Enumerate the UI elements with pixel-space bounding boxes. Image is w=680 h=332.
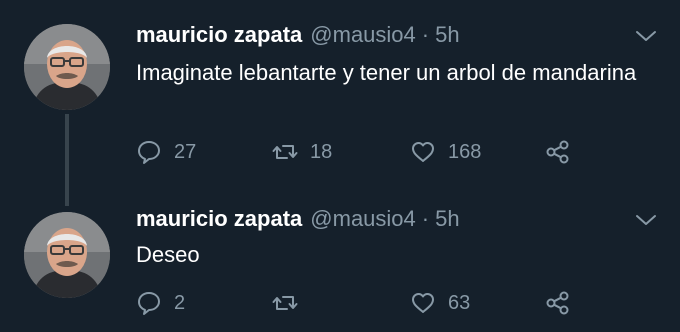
chevron-down-icon[interactable] <box>634 212 658 228</box>
user-handle[interactable]: @mausio4 <box>310 206 416 232</box>
tweet-thread: mauricio zapata @mausio4 · 5h Imaginate … <box>0 0 680 332</box>
separator-dot: · <box>421 22 430 47</box>
tweet-text: Deseo <box>136 242 200 267</box>
like-count: 63 <box>448 291 471 314</box>
timestamp[interactable]: 5h <box>435 22 459 48</box>
tweet[interactable]: mauricio zapata @mausio4 · 5h Deseo 2 63 <box>0 190 680 332</box>
retweet-icon <box>272 296 298 310</box>
avatar-image <box>24 24 110 110</box>
share-button[interactable] <box>545 288 571 318</box>
timestamp[interactable]: 5h <box>435 206 459 232</box>
reply-button[interactable]: 2 <box>136 288 185 318</box>
share-icon <box>546 291 569 315</box>
share-icon <box>546 140 569 164</box>
reply-icon <box>138 292 160 315</box>
share-button[interactable] <box>545 137 571 167</box>
like-count: 168 <box>448 140 482 163</box>
tweet-text: Imaginate lebantarte y tener un arbol de… <box>136 60 637 85</box>
tweet-header: mauricio zapata @mausio4 · 5h <box>136 22 460 52</box>
like-button[interactable]: 168 <box>410 137 481 167</box>
retweet-icon <box>272 145 298 159</box>
tweet-header: mauricio zapata @mausio4 · 5h <box>136 206 460 236</box>
chevron-down-icon[interactable] <box>634 28 658 44</box>
retweet-button[interactable]: 18 <box>272 137 332 167</box>
avatar-image <box>24 212 110 298</box>
retweet-button[interactable] <box>272 288 310 318</box>
user-handle[interactable]: @mausio4 <box>310 22 416 48</box>
reply-button[interactable]: 27 <box>136 137 196 167</box>
display-name[interactable]: mauricio zapata <box>136 206 302 232</box>
reply-count: 27 <box>174 140 197 163</box>
like-button[interactable]: 63 <box>410 288 470 318</box>
reply-icon <box>138 141 160 164</box>
retweet-count: 18 <box>310 140 333 163</box>
display-name[interactable]: mauricio zapata <box>136 22 302 48</box>
tweet-actions: 27 18 168 <box>0 137 680 167</box>
reply-count: 2 <box>174 291 186 314</box>
like-icon <box>412 293 434 313</box>
separator-dot: · <box>421 206 430 231</box>
avatar[interactable] <box>24 212 110 298</box>
avatar[interactable] <box>24 24 110 110</box>
tweet-actions: 2 63 <box>0 288 680 318</box>
like-icon <box>412 142 434 162</box>
tweet[interactable]: mauricio zapata @mausio4 · 5h Imaginate … <box>0 0 680 206</box>
